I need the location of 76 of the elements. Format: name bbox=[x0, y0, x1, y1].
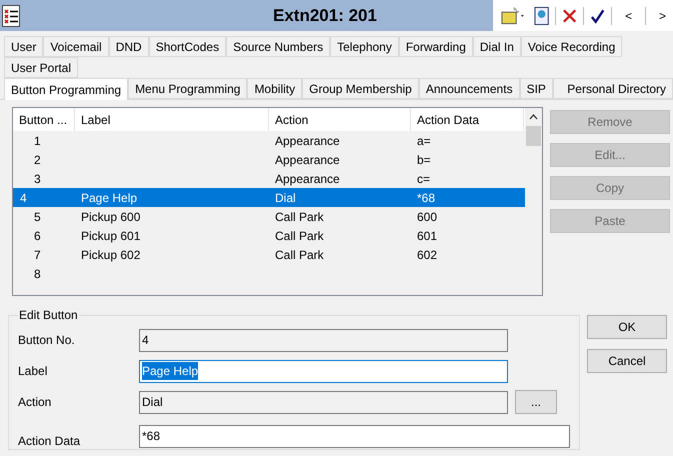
tab[interactable]: SIP bbox=[520, 78, 553, 99]
next-button[interactable]: > bbox=[652, 6, 673, 24]
table-cell-text: Call Park bbox=[275, 246, 324, 264]
table-cell-text: a= bbox=[417, 132, 431, 150]
scroll-thumb[interactable] bbox=[526, 126, 541, 146]
dialog-button[interactable]: OK bbox=[587, 315, 667, 339]
table-cell-text: Appearance bbox=[275, 152, 340, 168]
column-header[interactable]: Action Data bbox=[411, 108, 524, 131]
table-cell-text: Pickup 600 bbox=[81, 208, 140, 226]
table-cell-text: 3 bbox=[34, 170, 41, 188]
table-cell-text: 601 bbox=[417, 228, 438, 244]
table-row[interactable]: 6 Pickup 601 Call Park 601 bbox=[13, 226, 525, 245]
tab[interactable]: Dial In bbox=[472, 36, 521, 57]
table-cell-text: 6 bbox=[34, 228, 41, 244]
table-cell-text: 600 bbox=[417, 208, 438, 226]
table-cell-text: 7 bbox=[34, 246, 41, 264]
input-field[interactable]: Page Help bbox=[139, 360, 508, 382]
list-icon[interactable] bbox=[2, 4, 20, 26]
tab[interactable]: Announcements bbox=[418, 78, 520, 99]
table-row[interactable]: 1 Appearance a= bbox=[13, 131, 525, 150]
table-cell-text: 5 bbox=[34, 208, 41, 226]
table-row[interactable]: 3 Appearance c= bbox=[13, 169, 525, 188]
tab[interactable]: Personal Directory bbox=[552, 78, 673, 99]
table-cell-text: 8 bbox=[34, 266, 41, 282]
table-cell-text: Dial bbox=[275, 190, 296, 206]
table-row[interactable]: 7 Pickup 602 Call Park 602 bbox=[13, 245, 525, 264]
tab[interactable]: User Portal bbox=[4, 57, 78, 78]
input-field[interactable]: *68 bbox=[139, 424, 570, 448]
table-cell-text: 4 bbox=[20, 190, 27, 206]
window-title: Extn201: 201 bbox=[272, 4, 378, 27]
table-cell-text: Pickup 602 bbox=[81, 246, 140, 264]
tab[interactable]: Forwarding bbox=[398, 36, 473, 57]
table-cell-text: c= bbox=[417, 170, 430, 188]
input-field[interactable]: Dial bbox=[139, 390, 508, 414]
previous-button[interactable]: < bbox=[618, 6, 640, 24]
scroll-up-icon[interactable] bbox=[529, 114, 538, 120]
table-cell-text: Page Help bbox=[81, 190, 138, 206]
table-cell-text: 602 bbox=[417, 246, 438, 264]
table-row[interactable]: 8 bbox=[13, 264, 525, 283]
tab[interactable]: Voicemail bbox=[43, 36, 109, 57]
tab[interactable]: Telephony bbox=[330, 36, 399, 57]
tab[interactable]: Voice Recording bbox=[520, 36, 622, 57]
field-label: Label bbox=[18, 363, 48, 380]
table-cell-text: Call Park bbox=[275, 208, 324, 226]
close-icon[interactable] bbox=[562, 8, 578, 24]
tab[interactable]: Mobility bbox=[247, 78, 302, 99]
field-label: Action Data bbox=[18, 433, 82, 450]
field-label: Button No. bbox=[18, 332, 76, 349]
tab[interactable]: DND bbox=[108, 36, 149, 57]
tab[interactable]: User bbox=[4, 36, 44, 57]
dialog-button[interactable]: Cancel bbox=[587, 349, 667, 373]
tab[interactable]: ShortCodes bbox=[148, 36, 226, 57]
table-cell-text: 1 bbox=[34, 132, 41, 150]
column-header[interactable]: Label bbox=[75, 108, 269, 131]
group-title: Edit Button bbox=[18, 307, 79, 324]
table-cell-text: Appearance bbox=[275, 132, 340, 150]
table-row[interactable]: 4 Page Help Dial *68 bbox=[13, 188, 525, 207]
browse-button[interactable]: ... bbox=[515, 390, 557, 414]
table-cell-text: Appearance bbox=[275, 170, 340, 188]
column-header[interactable]: Button ... bbox=[13, 108, 75, 131]
tab[interactable]: Group Membership bbox=[302, 78, 419, 99]
table-cell-text: b= bbox=[417, 152, 431, 168]
column-header[interactable]: Action bbox=[269, 108, 411, 131]
tab[interactable]: Menu Programming bbox=[128, 78, 248, 99]
table-row[interactable]: 5 Pickup 600 Call Park 600 bbox=[13, 207, 525, 226]
tab[interactable]: Button Programming bbox=[4, 78, 128, 100]
table-cell-text: Pickup 601 bbox=[81, 228, 140, 244]
tab[interactable]: Source Numbers bbox=[226, 36, 330, 57]
document-icon[interactable] bbox=[534, 6, 549, 26]
input-field[interactable]: 4 bbox=[139, 328, 508, 352]
field-label: Action bbox=[18, 394, 52, 411]
table-row[interactable]: 2 Appearance b= bbox=[13, 150, 525, 169]
table-cell-text: Call Park bbox=[275, 228, 324, 244]
checkmark-icon[interactable] bbox=[590, 8, 606, 24]
table-cell-text: *68 bbox=[417, 190, 436, 206]
table-cell-text: 2 bbox=[34, 152, 41, 168]
